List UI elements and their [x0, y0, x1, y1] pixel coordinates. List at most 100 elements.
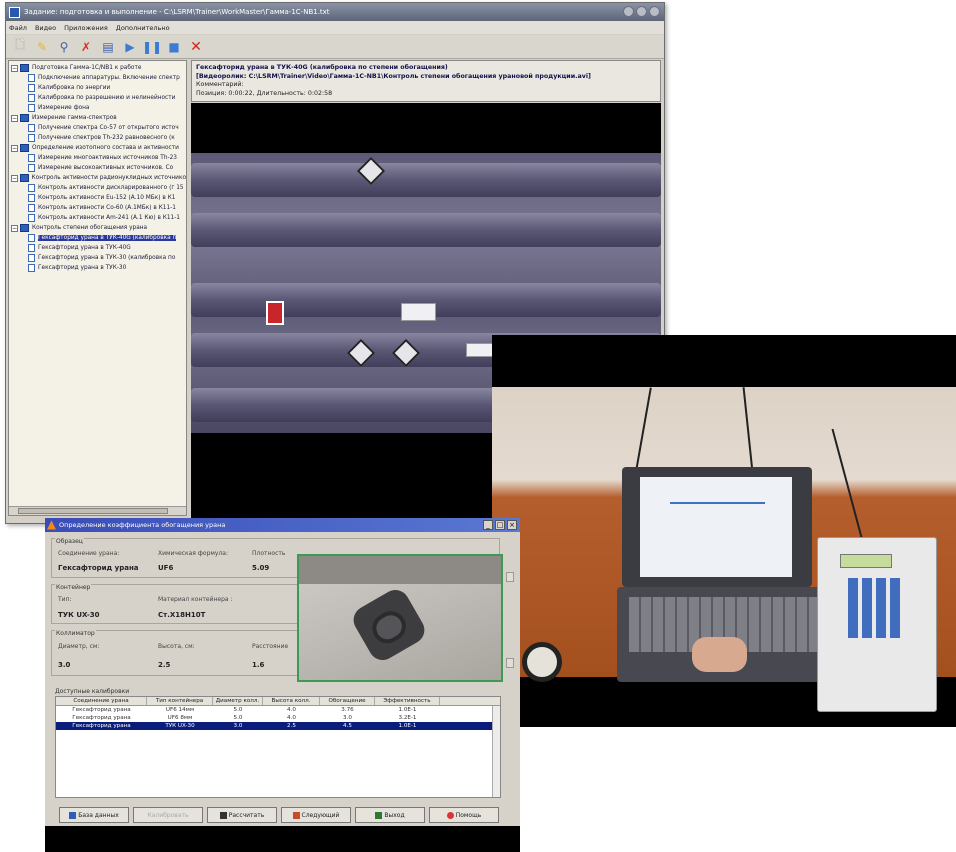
tree-horizontal-scrollbar[interactable]: [9, 506, 186, 515]
collapse-icon[interactable]: −: [11, 114, 18, 122]
menu-extra[interactable]: Дополнительно: [116, 24, 170, 32]
document-icon: [28, 84, 35, 92]
table-cell: 3.76: [341, 707, 354, 713]
new-file-icon[interactable]: 🗋: [12, 38, 28, 55]
container-type-label: Тип:: [58, 596, 72, 603]
film-icon[interactable]: ▤: [100, 39, 116, 55]
document-icon: [28, 94, 35, 102]
next-button[interactable]: Следующий: [281, 807, 351, 823]
dialog-title: Определение коэффициента обогащения уран…: [59, 521, 226, 529]
collapse-icon[interactable]: −: [11, 64, 18, 72]
table-vertical-scrollbar[interactable]: [492, 706, 500, 797]
lab-photo: [492, 335, 956, 727]
next-icon: [292, 811, 300, 819]
exit-button[interactable]: Выход: [355, 807, 425, 823]
tree-item[interactable]: Контроль активности Am-241 (А.1 Кю) в К1…: [9, 213, 186, 223]
document-icon: [28, 154, 35, 162]
enrichment-dialog: Определение коэффициента обогащения уран…: [45, 518, 520, 852]
database-button[interactable]: База данных: [59, 807, 129, 823]
table-cell: 2.5: [287, 723, 296, 729]
calculate-button[interactable]: Рассчитать: [207, 807, 277, 823]
column-header[interactable]: Соединение урана: [56, 697, 147, 705]
tree-group[interactable]: − Подготовка Гамма-1С/NB1 к работе: [9, 63, 186, 73]
tree-item[interactable]: Гексафторид урана в ТУК-30: [9, 263, 186, 273]
calibrations-table[interactable]: Соединение урана Тип контейнера Диаметр ко…: [55, 696, 501, 798]
tree-item[interactable]: Калибровка по энергии: [9, 83, 186, 93]
book-icon: [20, 144, 29, 152]
stop-icon[interactable]: ■: [166, 39, 182, 55]
maximize-button[interactable]: [636, 6, 647, 17]
tree-item[interactable]: Получение спектра Co-57 от открытого ист…: [9, 123, 186, 133]
camera-preview: [297, 554, 503, 682]
table-cell: UF6 8мм: [167, 715, 193, 721]
table-row[interactable]: Гексафторид урана UF6 14мм 5.0 4.0 3.76 1.0E-…: [56, 706, 500, 714]
tree-item[interactable]: Контроль активности Со-60 (А.1МБк) в К11…: [9, 203, 186, 213]
tree-group[interactable]: − Измерение гамма-спектров: [9, 113, 186, 123]
edit-icon[interactable]: ✎: [34, 39, 50, 55]
scroll-arrow-icon[interactable]: [506, 658, 514, 668]
tree-item[interactable]: Контроль активности Eu-152 (А.10 МБк) в …: [9, 193, 186, 203]
tree-item[interactable]: Калибровка по разрешению и нелинейности: [9, 93, 186, 103]
play-icon[interactable]: ▶: [122, 39, 138, 55]
menu-file[interactable]: Файл: [9, 24, 27, 32]
tree-group[interactable]: − Контроль активности радионуклидных исто…: [9, 173, 186, 183]
minimize-button[interactable]: [623, 6, 634, 17]
column-header[interactable]: Эффективность: [375, 697, 440, 705]
container-type-value: ТУК UX-30: [58, 611, 100, 619]
dialog-minimize-button[interactable]: _: [483, 520, 493, 530]
column-header[interactable]: Высота колл.: [263, 697, 320, 705]
tree-item-label: Контроль степени обогащения урана: [32, 225, 148, 231]
column-header[interactable]: Обогащение: [320, 697, 375, 705]
table-row[interactable]: Гексафторид урана UF6 8мм 5.0 4.0 3.0 3.2E-1: [56, 714, 500, 722]
tree-item-label: Получение спектров Th-232 равновесного (…: [38, 135, 175, 141]
tree-item-label: Получение спектра Co-57 от открытого ист…: [38, 125, 179, 131]
distance-label: Расстояние: [252, 643, 289, 650]
tree-item-label: Измерение гамма-спектров: [32, 115, 117, 121]
tree-item[interactable]: Подключение аппаратуры. Включение спектр: [9, 73, 186, 83]
sample-legend: Образец: [55, 538, 84, 545]
search-icon[interactable]: ⚲: [56, 39, 72, 55]
tree-item[interactable]: Гексафторид урана в ТУК-40G: [9, 243, 186, 253]
help-button[interactable]: Помощь: [429, 807, 499, 823]
tree-item[interactable]: Гексафторид урана в ТУК-40G (калибровка …: [9, 233, 186, 243]
tree-item[interactable]: Контроль активности дискларированного (г…: [9, 183, 186, 193]
table-cell: 1.0E-1: [398, 707, 417, 713]
tree-item[interactable]: Измерение фона: [9, 103, 186, 113]
pause-icon[interactable]: ❚❚: [142, 39, 162, 55]
column-header[interactable]: Тип контейнера: [147, 697, 213, 705]
menu-video[interactable]: Видео: [35, 24, 56, 32]
dialog-close-button[interactable]: ×: [507, 520, 517, 530]
tree-item-label: Контроль активности Am-241 (А.1 Кю) в К1…: [38, 215, 180, 221]
menu-bar: Файл Видео Приложения Дополнительно: [6, 21, 664, 34]
document-icon: [28, 184, 35, 192]
tree-item[interactable]: Гексафторид урана в ТУК-30 (калибровка п…: [9, 253, 186, 263]
video-info-panel: Гексафторид урана в ТУК-40G (калибровка …: [191, 60, 661, 102]
table-row[interactable]: Гексафторид урана ТУК UX-30 3.0 2.5 4.5 1.0E-…: [56, 722, 500, 730]
info-comment: Комментарий:: [196, 81, 244, 88]
close-window-button[interactable]: [649, 6, 660, 17]
tree-item[interactable]: Измерение многоактивных источников Th-23: [9, 153, 186, 163]
tree-item[interactable]: Измерение высокоактивных источников. Со: [9, 163, 186, 173]
table-cell: 5.0: [233, 715, 243, 721]
density-value: 5.09: [252, 564, 270, 572]
collapse-icon[interactable]: −: [11, 144, 18, 152]
table-cell: ТУК UX-30: [165, 723, 195, 729]
tree-item-label: Определение изотопного состава и активно…: [32, 145, 179, 151]
tree-group[interactable]: − Определение изотопного состава и активн…: [9, 143, 186, 153]
column-header[interactable]: Диаметр колл.: [213, 697, 263, 705]
close-icon[interactable]: ✕: [188, 39, 204, 55]
scroll-arrow-icon[interactable]: [506, 572, 514, 582]
task-tree[interactable]: − Подготовка Гамма-1С/NB1 к работе Подключ…: [8, 60, 187, 516]
collapse-icon[interactable]: −: [11, 174, 18, 182]
calculator-icon: [219, 811, 227, 819]
help-icon: [446, 811, 454, 819]
collapse-icon[interactable]: −: [11, 224, 18, 232]
delete-icon[interactable]: ✗: [78, 39, 94, 55]
calibrate-button[interactable]: Калибровать: [133, 807, 203, 823]
document-icon: [28, 194, 35, 202]
tree-item[interactable]: Получение спектров Th-232 равновесного (…: [9, 133, 186, 143]
menu-applications[interactable]: Приложения: [64, 24, 108, 32]
tree-group[interactable]: − Контроль степени обогащения урана: [9, 223, 186, 233]
tree-item-label: Гексафторид урана в ТУК-40G (калибровка …: [38, 235, 177, 241]
dialog-maximize-button[interactable]: □: [495, 520, 505, 530]
